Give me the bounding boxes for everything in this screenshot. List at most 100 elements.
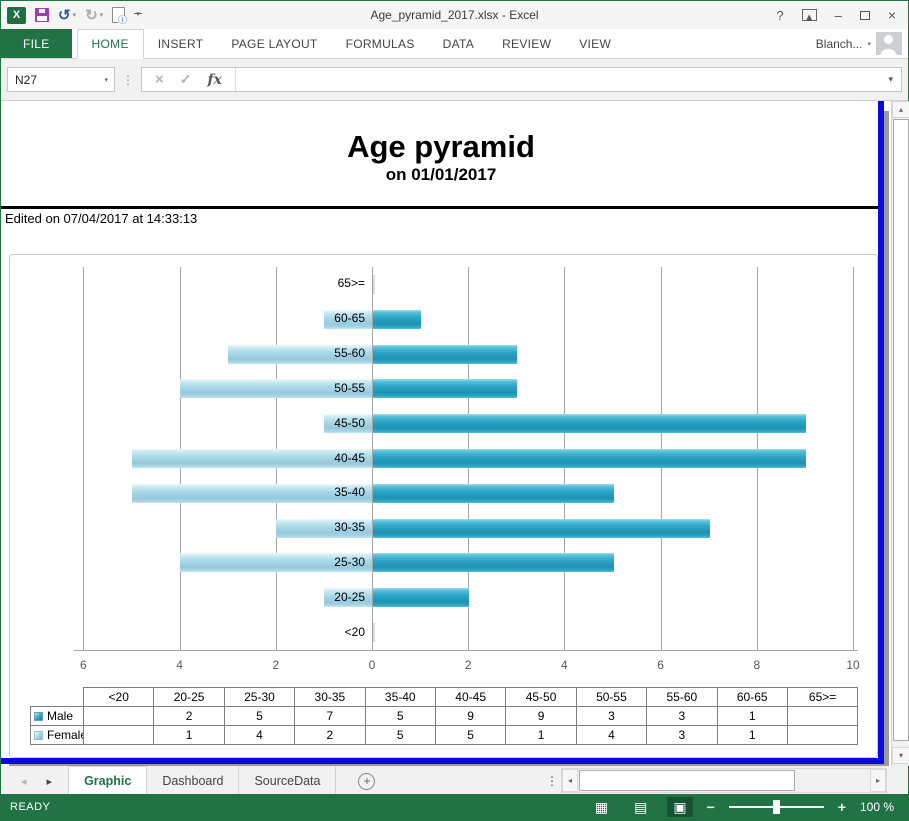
undo-icon: ↺ (58, 6, 71, 24)
table-header-30-35: 30-35 (295, 688, 365, 707)
page-break-preview-button[interactable]: ▣ (667, 797, 692, 817)
user-name: Blanch... (816, 37, 863, 51)
page-layout-view-button[interactable]: ▤ (628, 797, 653, 817)
scroll-left-button[interactable]: ◂ (562, 769, 578, 792)
axis-tick-label: 10 (836, 658, 870, 672)
ribbon-tab-file[interactable]: FILE (1, 29, 72, 58)
chart-title: Age pyramid (1, 129, 881, 165)
ribbon-tab-review[interactable]: REVIEW (488, 29, 565, 58)
table-cell-male-40-45: 9 (435, 707, 505, 726)
minimize-button[interactable]: – (835, 9, 842, 22)
help-button[interactable]: ? (776, 9, 783, 22)
scroll-down-button[interactable]: ▾ (892, 747, 909, 764)
sheet-tab-sourcedata[interactable]: SourceData (239, 766, 336, 796)
male-bar-60-65[interactable] (373, 310, 421, 329)
chart-frame[interactable]: 642024681065>=60-6555-6050-5545-5040-453… (9, 254, 878, 758)
name-box-value: N27 (15, 73, 37, 87)
male-bar-40-45[interactable] (373, 449, 806, 468)
window-controls: ? ▴ – × (776, 8, 908, 22)
vertical-scrollbar[interactable]: ▴ ▾ (891, 101, 909, 766)
male-bar-20-25[interactable] (373, 588, 469, 607)
scroll-right-button[interactable]: ▸ (870, 769, 886, 792)
save-button[interactable] (35, 8, 49, 22)
sheet-tab-menu-icon[interactable]: ⋮ (546, 774, 558, 788)
legend-key-female-icon (34, 731, 43, 740)
axis-tick-label: 2 (259, 658, 293, 672)
ribbon-display-options-button[interactable]: ▴ (802, 9, 817, 21)
status-bar-right: ▦ ▤ ▣ − + 100 % (589, 797, 908, 817)
undo-button[interactable]: ↺▾ (58, 6, 76, 24)
zoom-in-button[interactable]: + (838, 799, 846, 815)
ribbon-tab-data[interactable]: DATA (429, 29, 488, 58)
ribbon-tab-view[interactable]: VIEW (565, 29, 625, 58)
table-cell-female-35-40: 5 (365, 726, 435, 745)
customize-quick-access-toolbar-button[interactable]: ▾ (136, 13, 140, 17)
table-cell-male-45-50: 9 (506, 707, 576, 726)
category-label-50-55: 50-55 (255, 381, 365, 395)
account-area[interactable]: Blanch... ▾ (816, 29, 908, 58)
table-cell-female-65 (787, 726, 857, 745)
insert-function-button[interactable]: fx (208, 72, 222, 88)
next-sheet-button[interactable]: ▸ (47, 775, 53, 788)
male-bar-45-50[interactable] (373, 414, 806, 433)
cancel-button[interactable]: × (155, 71, 164, 88)
male-bar-30-35[interactable] (373, 519, 710, 538)
male-bar-55-60[interactable] (373, 345, 517, 364)
sheet-tab-graphic[interactable]: Graphic (68, 766, 147, 796)
enter-button[interactable]: ✓ (180, 71, 192, 88)
chart-data-table[interactable]: <2020-2525-3030-3535-4040-4545-5050-5555… (30, 687, 858, 745)
zoom-percentage[interactable]: 100 % (860, 800, 894, 814)
maximize-button[interactable] (860, 11, 870, 20)
table-header-50-55: 50-55 (576, 688, 646, 707)
worksheet-area[interactable]: Age pyramid on 01/01/2017 Edited on 07/0… (1, 101, 891, 766)
horizontal-scrollbar[interactable]: ◂ ▸ (561, 768, 887, 793)
scroll-up-button[interactable]: ▴ (892, 101, 909, 118)
series-label-female: Female (47, 728, 84, 742)
ribbon-tabs: FILEHOMEINSERTPAGE LAYOUTFORMULASDATAREV… (1, 29, 625, 58)
ribbon-tab-home[interactable]: HOME (77, 29, 144, 59)
redo-icon: ↻ (85, 6, 98, 24)
arrow-down-icon: ▾ (899, 751, 903, 760)
category-label-65: 65>= (255, 276, 365, 290)
x-axis-line (74, 650, 858, 651)
male-bar-25-30[interactable] (373, 553, 614, 572)
table-cell-female-20-25: 1 (154, 726, 224, 745)
page-break-border-bottom[interactable] (1, 758, 884, 764)
new-sheet-button[interactable]: + (358, 773, 375, 790)
axis-tick-label: 4 (547, 658, 581, 672)
category-label-20-25: 20-25 (255, 590, 365, 604)
male-bar-35-40[interactable] (373, 484, 614, 503)
table-header-20: <20 (84, 688, 154, 707)
table-cell-female-40-45: 5 (435, 726, 505, 745)
table-cell-female-55-60: 3 (647, 726, 717, 745)
zoom-slider-thumb[interactable] (773, 800, 780, 814)
gridline (853, 267, 854, 650)
avatar[interactable] (876, 32, 902, 55)
horizontal-scrollbar-thumb[interactable] (579, 770, 795, 791)
zero-value-bar-20 (373, 623, 375, 642)
series-label-male: Male (47, 709, 73, 723)
male-bar-50-55[interactable] (373, 379, 517, 398)
document-properties-button[interactable]: ⓘ (112, 7, 125, 23)
ribbon-tab-formulas[interactable]: FORMULAS (332, 29, 429, 58)
normal-view-button[interactable]: ▦ (589, 797, 614, 817)
redo-button[interactable]: ↻▾ (85, 6, 103, 24)
previous-sheet-button[interactable]: ◂ (21, 775, 27, 788)
category-label-55-60: 55-60 (255, 346, 365, 360)
table-cell-male-30-35: 7 (295, 707, 365, 726)
zoom-slider[interactable] (729, 806, 824, 808)
sheet-tab-dashboard[interactable]: Dashboard (147, 766, 239, 796)
category-label-25-30: 25-30 (255, 555, 365, 569)
ribbon-tab-insert[interactable]: INSERT (144, 29, 218, 58)
ribbon-tab-page-layout[interactable]: PAGE LAYOUT (217, 29, 331, 58)
chevron-down-icon: ▾ (867, 40, 871, 48)
arrow-right-icon: ▸ (876, 776, 880, 785)
table-cell-male-35-40: 5 (365, 707, 435, 726)
close-button[interactable]: × (888, 8, 896, 22)
page-break-border-right[interactable] (878, 101, 884, 764)
vertical-scrollbar-thumb[interactable] (893, 119, 909, 741)
zoom-out-button[interactable]: − (707, 799, 715, 815)
name-box[interactable]: N27 ▾ (7, 67, 115, 92)
expand-formula-bar-icon[interactable]: ▾ (888, 74, 901, 85)
category-label-40-45: 40-45 (255, 451, 365, 465)
